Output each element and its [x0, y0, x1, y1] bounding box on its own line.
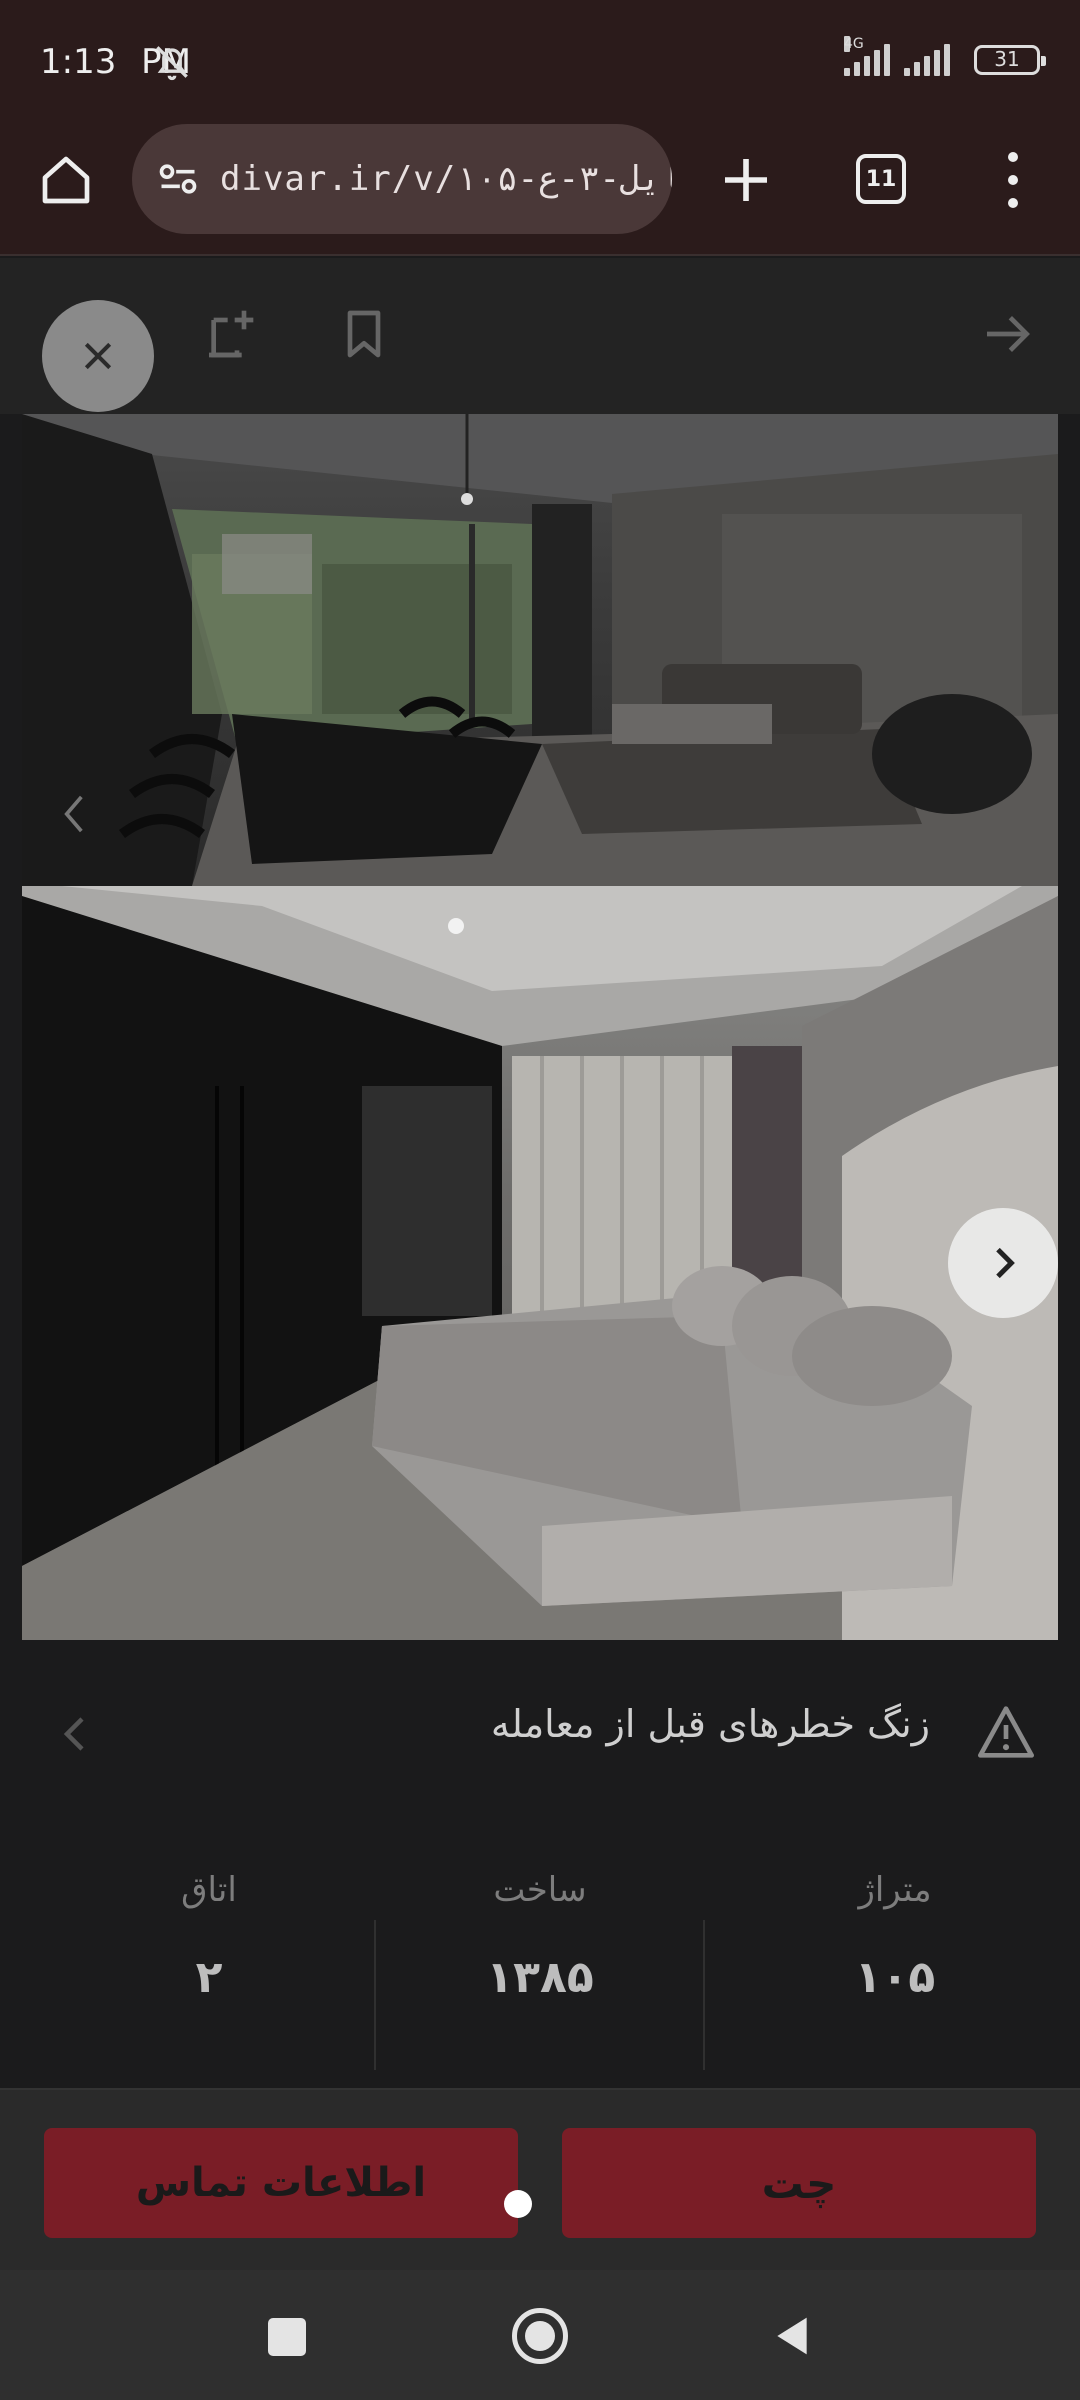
stat-label: ساخت: [493, 1870, 587, 1910]
signal-icon-2: [904, 44, 950, 76]
chevron-left-icon: [64, 795, 83, 833]
browser-bar: divar.ir/v/۱۰۵-فایل-۳-ع 11: [0, 124, 1080, 256]
chat-button[interactable]: چت: [562, 2128, 1036, 2238]
home-nav-icon[interactable]: [512, 2308, 568, 2364]
touch-indicator: [504, 2190, 532, 2218]
system-nav-bar: [0, 2270, 1080, 2400]
close-button[interactable]: [42, 300, 154, 412]
battery-icon: 31: [974, 45, 1046, 75]
signal-icon: 4G: [844, 36, 890, 76]
warnings-row[interactable]: زنگ خطرهای قبل از معامله: [0, 1640, 1080, 1820]
stat-value: ۱۳۸۵: [486, 1952, 594, 2003]
stat-area: متراژ ۱۰۵: [730, 1870, 1060, 2003]
status-icons: 4G 31: [844, 36, 1046, 76]
divider: [374, 1920, 376, 2070]
gallery-next-button[interactable]: [948, 1208, 1058, 1318]
network-type: 4G: [844, 36, 864, 52]
muted-bell-icon: [156, 46, 188, 81]
site-settings-icon[interactable]: [156, 157, 200, 201]
status-bar: 1:13 PM 4G 31: [0, 0, 1080, 124]
gallery-prev-button[interactable]: [44, 779, 104, 849]
close-icon: [84, 342, 112, 370]
stat-value: ۱۰۵: [854, 1952, 936, 2003]
stat-value: ۲: [195, 1952, 223, 2003]
page-toolbar: [0, 258, 1080, 414]
chevron-left-icon: [63, 1717, 84, 1751]
warning-icon: [977, 1706, 1034, 1758]
warning-text: زنگ خطرهای قبل از معامله: [490, 1702, 930, 1746]
home-icon[interactable]: [38, 152, 94, 208]
contact-info-button[interactable]: اطلاعات تماس: [44, 2128, 518, 2238]
back-icon[interactable]: [770, 2314, 814, 2358]
stat-label: متراژ: [858, 1870, 932, 1910]
chevron-right-icon: [996, 1247, 1015, 1279]
address-bar[interactable]: divar.ir/v/۱۰۵-فایل-۳-ع: [132, 124, 672, 234]
bedroom-photo[interactable]: [22, 886, 1058, 1640]
living-room-photo[interactable]: [22, 414, 1058, 886]
more-icon[interactable]: [998, 152, 1028, 208]
add-note-icon[interactable]: [202, 306, 258, 362]
stat-rooms: اتاق ۲: [44, 1870, 374, 2003]
time-text: 1:13: [40, 42, 117, 82]
tabs-icon[interactable]: 11: [856, 154, 906, 204]
forward-arrow-icon[interactable]: [980, 306, 1036, 362]
stat-built-year: ساخت ۱۳۸۵: [375, 1870, 705, 2003]
tab-count: 11: [865, 166, 897, 192]
recents-icon[interactable]: [268, 2318, 306, 2356]
url-text[interactable]: divar.ir/v/۱۰۵-فایل-۳-ع: [220, 159, 672, 199]
stat-label: اتاق: [181, 1870, 237, 1910]
image-gallery[interactable]: [22, 414, 1058, 1640]
bookmark-icon[interactable]: [336, 306, 392, 362]
property-stats: متراژ ۱۰۵ ساخت ۱۳۸۵ اتاق ۲: [0, 1870, 1080, 2070]
battery-level: 31: [994, 47, 1020, 71]
action-bar: اطلاعات تماس چت: [0, 2088, 1080, 2270]
plus-icon[interactable]: [718, 152, 774, 208]
